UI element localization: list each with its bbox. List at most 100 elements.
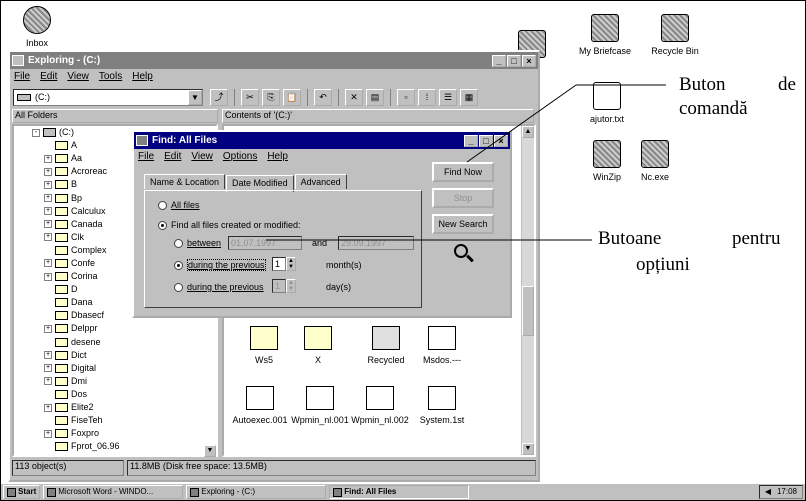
- details-view-icon[interactable]: ▦: [460, 88, 478, 106]
- tree-scrollbar[interactable]: ▼: [204, 445, 216, 457]
- tab-name-location[interactable]: Name & Location: [144, 174, 226, 189]
- word-icon: [47, 487, 57, 497]
- menu-options[interactable]: Options: [223, 151, 257, 163]
- tree-item[interactable]: desene: [32, 336, 216, 349]
- folder-icon: [55, 180, 68, 190]
- exe-file-icon[interactable]: Nc.exe: [620, 140, 690, 182]
- task-explorer[interactable]: Exploring - (C:): [186, 485, 327, 499]
- explorer-icon: [190, 487, 200, 497]
- tree-item[interactable]: FiseTeh: [32, 414, 216, 427]
- menu-view[interactable]: View: [191, 151, 213, 163]
- folder-icon: [55, 363, 68, 373]
- task-word[interactable]: Microsoft Word - WINDO...: [43, 485, 184, 499]
- folder-icon: [55, 232, 68, 242]
- toolbar-separator: [234, 88, 235, 106]
- date-from-field[interactable]: 01.07.1997: [228, 236, 302, 250]
- find-window: Find: All Files _ □ × File Edit View Opt…: [132, 130, 512, 318]
- maximize-button[interactable]: □: [479, 134, 493, 147]
- explorer-titlebar[interactable]: Exploring - (C:) _ □ ×: [10, 52, 538, 69]
- radio-icon: [158, 201, 167, 211]
- explorer-app-icon: [12, 55, 24, 66]
- between-radio[interactable]: between: [174, 238, 221, 249]
- file-wpmin-1[interactable]: Wpmin_nl.001: [286, 386, 354, 425]
- scroll-thumb[interactable]: [522, 286, 534, 336]
- properties-icon[interactable]: ▤: [366, 88, 384, 106]
- tree-item[interactable]: + Dict: [32, 349, 216, 362]
- tree-item[interactable]: + Delppr: [32, 322, 216, 335]
- close-button[interactable]: ×: [494, 134, 508, 147]
- radio-icon: [158, 221, 167, 231]
- large-icons-icon[interactable]: ▫: [397, 88, 415, 106]
- folder-icon: [55, 245, 68, 255]
- file-autoexec[interactable]: Autoexec.001: [226, 386, 294, 425]
- speaker-icon[interactable]: ◀: [765, 486, 771, 498]
- all-files-radio[interactable]: All files: [158, 200, 200, 211]
- minimize-button[interactable]: _: [492, 54, 506, 67]
- explorer-statusbar: 113 object(s) 11.8MB (Disk free space: 1…: [12, 460, 536, 476]
- folder-icon: [55, 429, 68, 439]
- recycle-bin-icon[interactable]: Recycle Bin: [640, 14, 710, 56]
- file-msdos[interactable]: Msdos.---: [408, 326, 476, 365]
- start-button[interactable]: Start: [3, 485, 41, 499]
- folder-icon: [55, 376, 68, 386]
- tree-item[interactable]: Fprot_06.96: [32, 440, 216, 453]
- minimize-button[interactable]: _: [464, 134, 478, 147]
- menu-edit[interactable]: Edit: [164, 151, 181, 163]
- small-icons-icon[interactable]: ⁞: [418, 88, 436, 106]
- file-wpmin-2[interactable]: Wpmin_nl.002: [346, 386, 414, 425]
- tree-item[interactable]: + Dmi: [32, 375, 216, 388]
- menu-file[interactable]: File: [138, 151, 154, 163]
- and-label: and: [312, 238, 328, 248]
- scroll-up-icon[interactable]: ▲: [522, 126, 534, 138]
- briefcase-icon[interactable]: My Briefcase: [570, 14, 640, 56]
- date-to-field[interactable]: 29.09.1997: [338, 236, 414, 250]
- months-stepper[interactable]: 1 ▲ ▼: [272, 257, 296, 271]
- folder-icon: [55, 285, 68, 295]
- drive-select[interactable]: (C:) ▼: [13, 88, 203, 106]
- file-system-1st[interactable]: System.1st: [408, 386, 476, 425]
- contents-scrollbar[interactable]: ▲ ▼: [521, 126, 534, 455]
- menu-help[interactable]: Help: [267, 151, 288, 163]
- stop-button[interactable]: Stop: [432, 188, 494, 208]
- copy-icon[interactable]: ⎘: [262, 88, 280, 106]
- inbox-icon[interactable]: Inbox: [2, 6, 72, 48]
- menu-edit[interactable]: Edit: [40, 71, 57, 83]
- tree-item[interactable]: + Foxpro: [32, 427, 216, 440]
- up-folder-icon[interactable]: ⤴: [210, 88, 228, 106]
- task-find[interactable]: Find: All Files: [329, 485, 470, 499]
- folder-icon: [55, 206, 68, 216]
- text-file-icon[interactable]: ajutor.txt: [572, 82, 642, 124]
- menu-tools[interactable]: Tools: [99, 71, 122, 83]
- new-search-button[interactable]: New Search: [432, 214, 494, 234]
- tab-advanced[interactable]: Advanced: [294, 174, 347, 189]
- days-radio[interactable]: during the previous: [174, 282, 264, 293]
- cut-icon[interactable]: ✂: [241, 88, 259, 106]
- menu-file[interactable]: File: [14, 71, 30, 83]
- menu-help[interactable]: Help: [132, 71, 153, 83]
- find-now-button[interactable]: Find Now: [432, 162, 494, 182]
- chevron-down-icon[interactable]: ▼: [188, 89, 202, 105]
- paste-icon[interactable]: 📋: [283, 88, 301, 106]
- spin-icon[interactable]: ▲ ▼: [286, 279, 296, 293]
- scroll-down-icon[interactable]: ▼: [522, 443, 534, 455]
- find-icon: [333, 487, 343, 497]
- folder-x[interactable]: X: [284, 326, 352, 365]
- magnifier-handle: [466, 254, 474, 263]
- clock[interactable]: 17:08: [777, 486, 797, 498]
- find-created-radio[interactable]: Find all files created or modified:: [158, 220, 301, 231]
- months-radio[interactable]: during the previous: [174, 259, 266, 271]
- undo-icon[interactable]: ↶: [314, 88, 332, 106]
- menu-view[interactable]: View: [67, 71, 89, 83]
- delete-icon[interactable]: ✕: [345, 88, 363, 106]
- tree-item[interactable]: + Digital: [32, 362, 216, 375]
- tree-item[interactable]: + Elite2: [32, 401, 216, 414]
- find-titlebar[interactable]: Find: All Files _ □ ×: [134, 132, 510, 149]
- days-stepper[interactable]: 1 ▲ ▼: [272, 279, 296, 293]
- maximize-button[interactable]: □: [507, 54, 521, 67]
- list-view-icon[interactable]: ☰: [439, 88, 457, 106]
- tree-item[interactable]: Dos: [32, 388, 216, 401]
- folder-icon: [55, 272, 68, 282]
- folder-icon: [55, 193, 68, 203]
- close-button[interactable]: ×: [522, 54, 536, 67]
- spin-icon[interactable]: ▲ ▼: [286, 257, 296, 271]
